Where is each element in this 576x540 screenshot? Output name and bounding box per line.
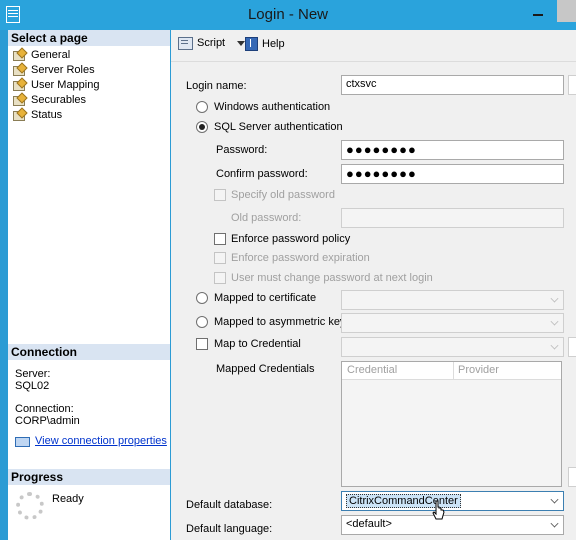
default-lang-label: Default language: [186,523,273,535]
default-language-dropdown[interactable]: <default> [341,515,564,535]
maximize-button[interactable] [557,0,576,22]
enforce-expiration-label: Enforce password expiration [231,252,370,264]
confirm-password-input[interactable]: ●●●●●●●● [341,164,564,184]
chevron-down-icon [551,342,559,350]
mapped-asym-radio[interactable] [196,316,208,328]
window-title: Login - New [247,6,329,23]
server-label: Server: [15,368,51,380]
grid-col-provider[interactable]: Provider [458,364,499,376]
page-icon [12,64,26,76]
map-credential-checkbox[interactable] [196,338,208,350]
grid-col-credential[interactable]: Credential [347,364,397,376]
default-database-dropdown[interactable]: CitrixCommandCenter [341,491,564,511]
asymmetric-key-dropdown[interactable] [341,313,564,333]
must-change-checkbox[interactable] [214,272,226,284]
password-input[interactable]: ●●●●●●●● [341,140,564,160]
page-icon [12,109,26,121]
mapped-credentials-label: Mapped Credentials [216,363,315,375]
page-item-securables[interactable]: Securables [12,92,86,107]
script-button[interactable]: Script [178,37,246,50]
connection-value: CORP\admin [15,415,80,427]
sql-auth-label: SQL Server authentication [214,121,343,133]
confirm-password-label: Confirm password: [216,168,308,180]
windows-auth-label: Windows authentication [214,101,331,113]
certificate-dropdown[interactable] [341,290,564,310]
grid-column-divider [453,362,454,380]
chevron-down-icon [551,496,559,504]
page-item-general[interactable]: General [12,47,70,62]
must-change-label: User must change password at next login [231,272,433,284]
page-item-status[interactable]: Status [12,107,62,122]
old-password-input[interactable] [341,208,564,228]
add-credential-button[interactable] [568,337,576,357]
help-button[interactable]: Help [245,37,285,51]
specify-old-password-checkbox[interactable] [214,189,226,201]
toolbar: Script Help [171,30,576,60]
connection-label: Connection: [15,403,74,415]
mapped-asym-label: Mapped to asymmetric key [214,316,346,328]
title-bar: Login - New [0,0,576,30]
mapped-cert-radio[interactable] [196,292,208,304]
progress-spinner-icon [16,492,44,520]
help-icon [245,37,258,51]
remove-credential-button[interactable] [568,467,576,487]
minimize-button[interactable] [520,0,556,22]
credential-dropdown[interactable] [341,337,564,357]
default-language-value: <default> [346,518,392,530]
connection-header: Connection [8,344,170,360]
password-label: Password: [216,144,268,156]
left-pane: Select a page General Server Roles User … [8,30,170,540]
chevron-down-icon [551,318,559,326]
chevron-down-icon[interactable] [237,40,246,46]
search-login-button[interactable] [568,75,576,95]
login-name-label: Login name: [186,80,247,92]
mapped-cert-label: Mapped to certificate [214,292,317,304]
specify-old-password-label: Specify old password [231,189,335,201]
windows-auth-radio[interactable] [196,101,208,113]
page-item-user-mapping[interactable]: User Mapping [12,77,99,92]
progress-header: Progress [8,469,170,485]
enforce-expiration-checkbox[interactable] [214,252,226,264]
default-db-label: Default database: [186,499,273,511]
sql-auth-radio[interactable] [196,121,208,133]
chevron-down-icon [551,520,559,528]
mapped-credentials-grid[interactable]: Credential Provider [341,361,562,487]
script-icon [178,37,193,50]
server-value: SQL02 [15,380,50,392]
login-name-input[interactable]: ctxsvc [341,75,564,95]
grid-header: Credential Provider [342,362,561,380]
page-icon [12,79,26,91]
map-credential-label: Map to Credential [214,338,301,350]
chevron-down-icon [551,295,559,303]
old-password-label: Old password: [231,212,302,224]
connection-properties-icon [15,436,30,447]
page-icon [12,49,26,61]
page-item-server-roles[interactable]: Server Roles [12,62,95,77]
select-page-header: Select a page [8,30,170,46]
enforce-policy-checkbox[interactable] [214,233,226,245]
enforce-policy-label: Enforce password policy [231,233,351,245]
progress-status: Ready [52,493,84,505]
mouse-cursor-icon [432,500,445,520]
page-icon [12,94,26,106]
toolbar-divider [171,61,576,62]
main-pane: Script Help Login name: ctxsvc Windows a… [171,30,576,540]
view-connection-properties-link[interactable]: View connection properties [15,435,167,447]
